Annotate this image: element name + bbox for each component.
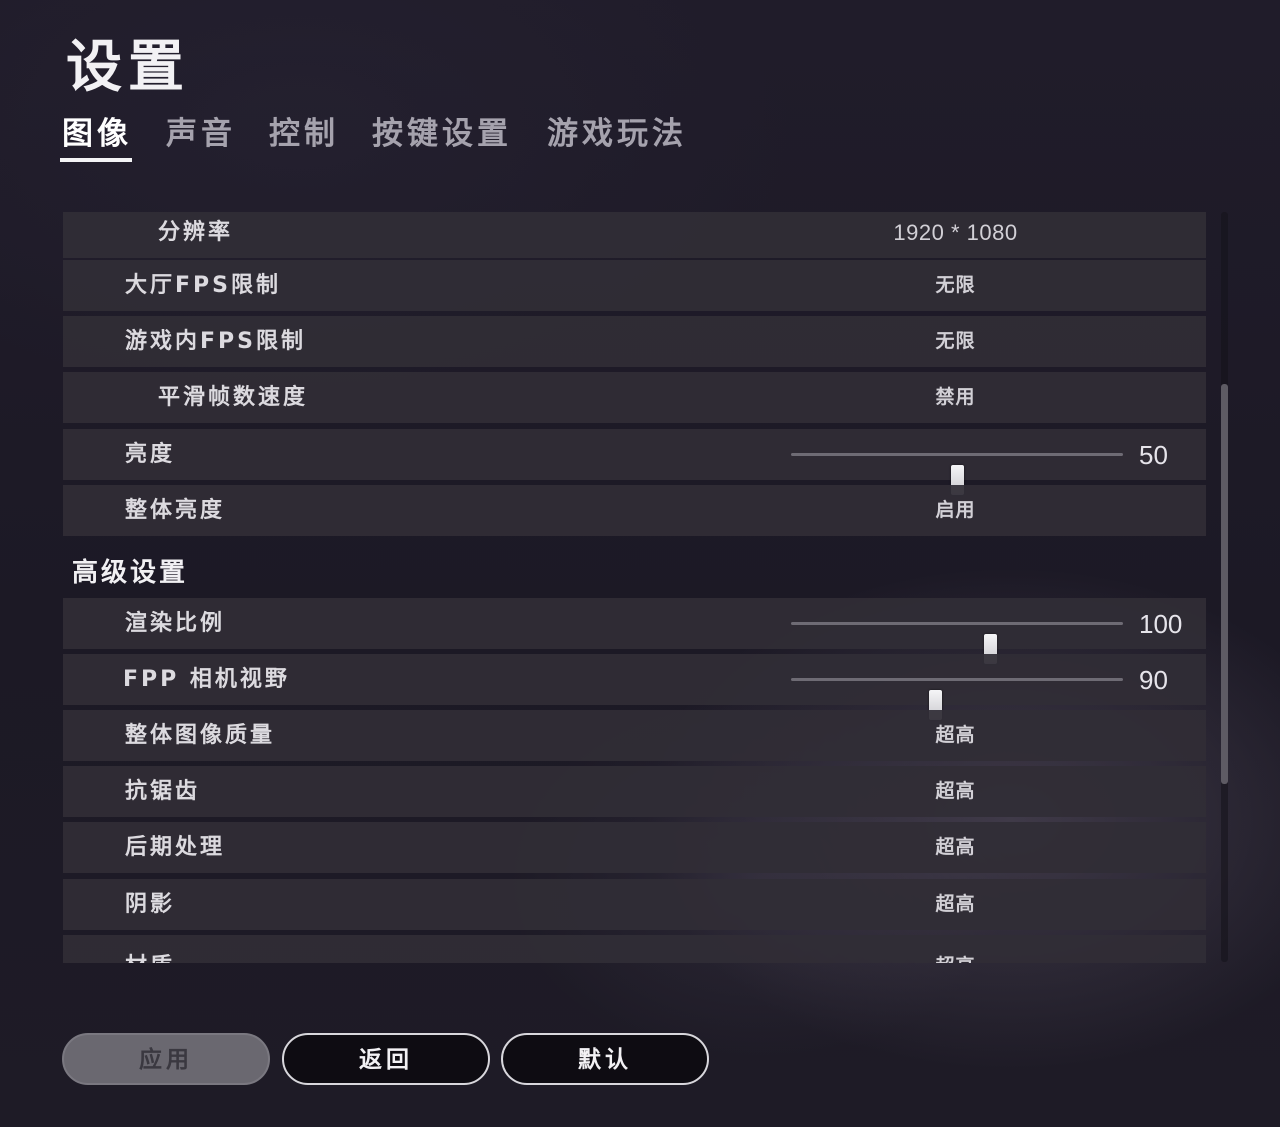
fpp-fov-slider-track[interactable] <box>791 678 1123 720</box>
tab-controls[interactable]: 控制 <box>269 112 339 156</box>
setting-label: 渲染比例 <box>125 611 226 636</box>
advanced-settings-header: 高级设置 <box>72 558 189 588</box>
back-button[interactable]: 返回 <box>282 1033 490 1085</box>
setting-label: 整体图像质量 <box>125 723 276 748</box>
setting-label: 材质 <box>125 941 175 963</box>
setting-label: 抗锯齿 <box>125 779 201 804</box>
setting-row-resolution[interactable]: 分辨率 1920 * 1080 <box>63 212 1206 258</box>
setting-row-lobby-fps[interactable]: 大厅FPS限制 无限 <box>63 260 1206 311</box>
setting-value[interactable]: 无限 <box>873 316 1038 367</box>
setting-row-post-processing[interactable]: 后期处理 超高 <box>63 822 1206 873</box>
brightness-value: 50 <box>1139 440 1168 470</box>
setting-row-overall-quality[interactable]: 整体图像质量 超高 <box>63 710 1206 761</box>
setting-row-fpp-fov[interactable]: FPP 相机视野 90 <box>63 654 1206 720</box>
default-button[interactable]: 默认 <box>501 1033 709 1085</box>
setting-label: 阴影 <box>125 892 176 917</box>
setting-value[interactable]: 1920 * 1080 <box>873 212 1038 258</box>
setting-row-textures[interactable]: 材质 超高 <box>63 935 1206 963</box>
setting-value[interactable]: 超高 <box>873 766 1038 817</box>
scrollbar[interactable] <box>1221 212 1228 962</box>
setting-label: 后期处理 <box>125 835 226 860</box>
tab-gameplay[interactable]: 游戏玩法 <box>547 112 687 156</box>
active-tab-indicator <box>60 158 132 162</box>
setting-row-render-scale[interactable]: 渲染比例 100 <box>63 598 1206 664</box>
setting-value[interactable]: 超高 <box>873 879 1038 930</box>
setting-row-anti-aliasing[interactable]: 抗锯齿 超高 <box>63 766 1206 817</box>
setting-row-ingame-fps[interactable]: 游戏内FPS限制 无限 <box>63 316 1206 367</box>
tab-audio[interactable]: 声音 <box>166 112 236 156</box>
tab-graphics-label: 图像 <box>62 116 132 152</box>
scrollbar-thumb[interactable] <box>1221 384 1228 784</box>
setting-value[interactable]: 超高 <box>873 710 1038 761</box>
setting-value[interactable]: 启用 <box>873 485 1038 536</box>
fpp-fov-value: 90 <box>1139 665 1168 695</box>
setting-label: 平滑帧数速度 <box>158 385 309 410</box>
setting-label: 游戏内FPS限制 <box>125 329 306 354</box>
page-title: 设置 <box>66 35 190 100</box>
setting-label: 大厅FPS限制 <box>125 273 281 298</box>
setting-row-smooth-framerate[interactable]: 平滑帧数速度 禁用 <box>63 372 1206 423</box>
setting-value[interactable]: 超高 <box>873 822 1038 873</box>
setting-value[interactable]: 禁用 <box>873 372 1038 423</box>
settings-list[interactable]: 分辨率 1920 * 1080 大厅FPS限制 无限 游戏内FPS限制 无限 平… <box>63 212 1206 963</box>
setting-row-brightness[interactable]: 亮度 50 <box>63 429 1206 495</box>
setting-label: 整体亮度 <box>125 498 226 523</box>
setting-label: FPP 相机视野 <box>123 667 290 692</box>
render-scale-value: 100 <box>1139 609 1183 639</box>
setting-row-shadows[interactable]: 阴影 超高 <box>63 879 1206 930</box>
setting-label: 分辨率 <box>158 220 234 245</box>
apply-button[interactable]: 应用 <box>62 1033 270 1085</box>
setting-value[interactable]: 超高 <box>873 941 1038 963</box>
setting-value[interactable]: 无限 <box>873 260 1038 311</box>
tab-keybindings[interactable]: 按键设置 <box>372 112 512 156</box>
setting-row-overall-brightness[interactable]: 整体亮度 启用 <box>63 485 1206 536</box>
render-scale-slider-track[interactable] <box>791 622 1123 664</box>
tab-graphics[interactable]: 图像 <box>60 112 132 162</box>
setting-label: 亮度 <box>125 442 176 467</box>
brightness-slider-track[interactable] <box>791 453 1123 495</box>
